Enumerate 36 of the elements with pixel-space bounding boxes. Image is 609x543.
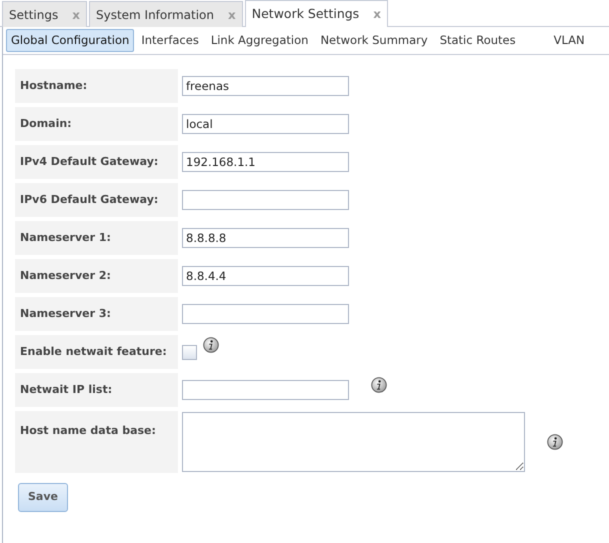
input-field[interactable]: freenas [182,76,349,96]
field-label: Netwait IP list: [15,373,178,407]
tab[interactable]: Network Settings x [244,0,388,27]
tab[interactable]: System Information x [88,1,243,27]
subtab[interactable]: Network Summary [315,28,433,52]
input-field[interactable]: 8.8.8.8 [182,228,349,248]
save-button[interactable]: Save [18,483,68,512]
subtab[interactable]: VLAN [548,28,590,52]
input-field[interactable] [182,304,349,324]
tab-label: Settings [9,6,58,24]
input-field[interactable]: local [182,114,349,134]
field-label: IPv4 Default Gateway: [15,145,178,179]
input-field[interactable] [182,190,349,210]
input-field[interactable] [182,380,349,400]
tab[interactable]: Settings x [2,1,87,27]
field-label: Nameserver 3: [15,297,178,331]
subtab[interactable]: Link Aggregation [206,28,314,52]
tab-label: Network Settings [252,4,360,23]
field-label: Hostname: [15,69,178,103]
info-icon[interactable] [547,434,563,450]
subtab[interactable]: Interfaces [136,28,204,52]
input-field[interactable]: 192.168.1.1 [182,152,349,172]
subtab[interactable]: Global Configuration [6,28,134,52]
field-label: Nameserver 1: [15,221,178,255]
field-label: IPv6 Default Gateway: [15,183,178,217]
tab-label: System Information [96,6,214,24]
field-label: Nameserver 2: [15,259,178,293]
subtab[interactable]: Static Routes [434,28,521,52]
input-field[interactable]: 8.8.4.4 [182,266,349,286]
field-label: Domain: [15,107,178,141]
info-icon[interactable] [203,337,219,353]
field-label: Enable netwait feature: [15,335,178,369]
text-area[interactable] [182,412,525,472]
field-label: Host name data base: [15,411,178,473]
info-icon[interactable] [371,377,387,393]
checkbox[interactable] [182,345,197,360]
